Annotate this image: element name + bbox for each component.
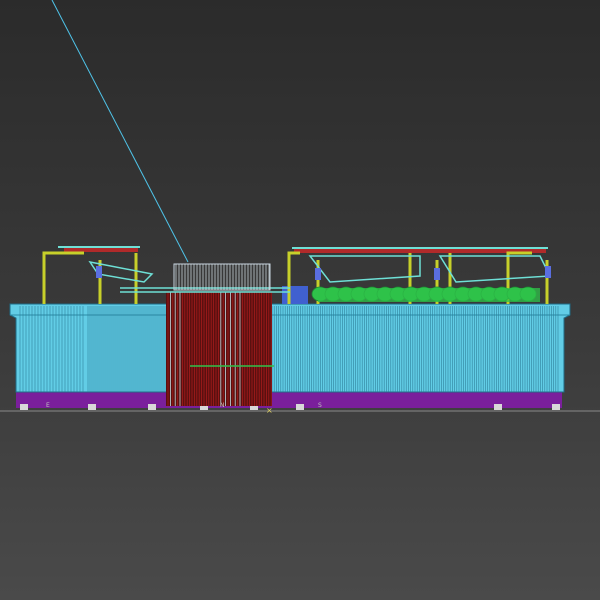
base-foot <box>88 404 96 410</box>
center-top-box <box>173 263 271 291</box>
base-foot <box>552 404 560 410</box>
base-foot <box>148 404 156 410</box>
tank-label-n: N <box>220 402 225 409</box>
green-tray <box>318 288 540 302</box>
tank-base <box>16 392 562 408</box>
center-top-frame <box>173 263 271 291</box>
center-module <box>166 292 274 406</box>
wireframe-scene[interactable]: E N S × <box>0 0 600 600</box>
green-equipment <box>311 286 540 302</box>
tank-label-e: E <box>46 402 50 409</box>
origin-marker-icon: × <box>266 406 273 415</box>
base-foot <box>296 404 304 410</box>
viewport[interactable]: E N S × <box>0 0 600 600</box>
hoist-cable <box>51 0 189 263</box>
base-foot <box>494 404 502 410</box>
tank-label-s: S <box>318 402 322 409</box>
base-foot <box>20 404 28 410</box>
center-block <box>166 292 272 406</box>
